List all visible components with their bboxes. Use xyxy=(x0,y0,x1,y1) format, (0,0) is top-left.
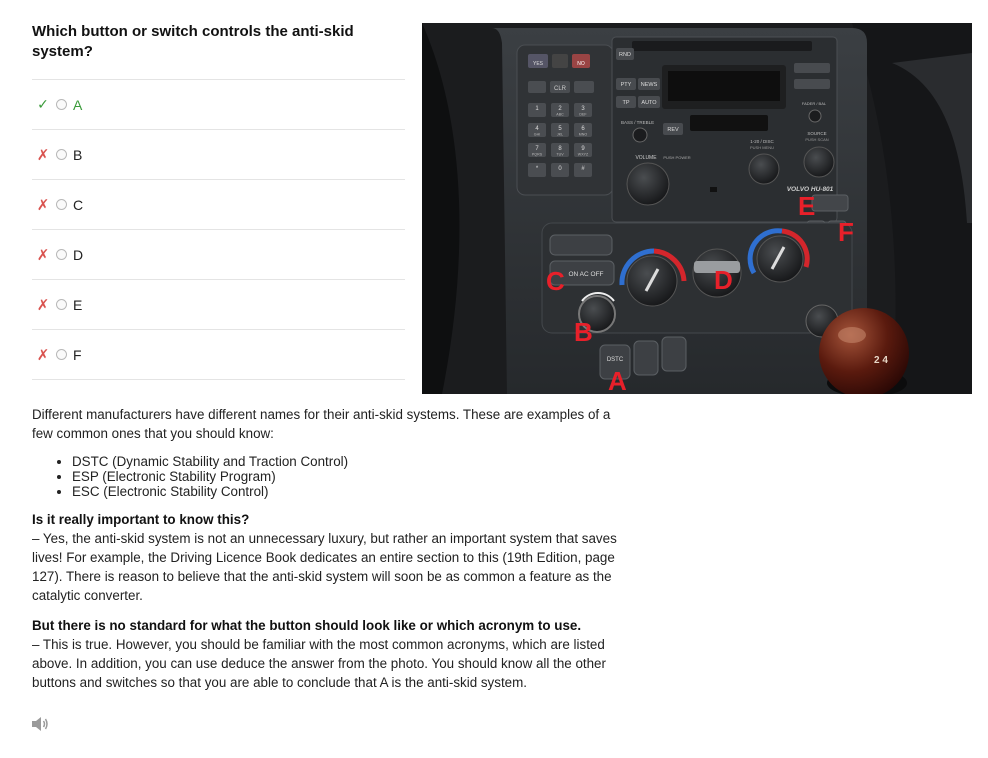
keypad-key-sublabel: PQRS xyxy=(532,153,543,157)
option-label: F xyxy=(73,346,82,363)
bass-label: BASS / TREBLE xyxy=(621,120,654,125)
acronym-list: DSTC (Dynamic Stability and Traction Con… xyxy=(32,454,632,499)
dstc-label: DSTC xyxy=(607,357,624,363)
answer-options: ✓ A ✗ B ✗ C ✗ D ✗ E ✗ F xyxy=(32,79,405,380)
cross-icon: ✗ xyxy=(36,246,50,264)
option-e[interactable]: ✗ E xyxy=(32,279,405,329)
marker-f: F xyxy=(838,217,854,247)
marker-c: C xyxy=(546,266,565,296)
keypad-key-sublabel: DEF xyxy=(579,113,587,117)
keypad-key-sublabel: TUV xyxy=(556,153,564,157)
option-c[interactable]: ✗ C xyxy=(32,179,405,229)
no-key-label: NO xyxy=(577,61,585,67)
cross-icon: ✗ xyxy=(36,196,50,214)
dashboard-photo: YES NO CLR 1 2 ABC 3 DEF 4 GHI 5 JKL 6 MNO 7 PQRS 8 TU… xyxy=(422,23,972,394)
keypad-key-sublabel: ABC xyxy=(556,113,564,117)
option-label: B xyxy=(73,146,83,163)
news-label: NEWS xyxy=(641,82,658,88)
faq-body: – Yes, the anti-skid system is not an un… xyxy=(32,531,617,603)
radio-button[interactable] xyxy=(56,99,67,110)
explanation-intro: Different manufacturers have different n… xyxy=(32,407,611,441)
push-power-label: PUSH POWER xyxy=(663,155,690,160)
cross-icon: ✗ xyxy=(36,296,50,314)
faq-heading: But there is no standard for what the bu… xyxy=(32,618,582,633)
cross-icon: ✗ xyxy=(36,346,50,364)
clr-key-label: CLR xyxy=(554,86,567,92)
push-scan-label: PUSH SCAN xyxy=(805,137,828,142)
keypad-key-sublabel: MNO xyxy=(579,133,588,137)
auto-label: AUTO xyxy=(641,100,657,106)
ac-label: ON AC OFF xyxy=(568,271,603,278)
disc-label: 1-20 / DISC xyxy=(750,139,774,144)
radio-button[interactable] xyxy=(56,149,67,160)
question-title: Which button or switch controls the anti… xyxy=(32,23,354,60)
rnd-label: RND xyxy=(619,52,631,58)
keypad-key-sublabel: GHI xyxy=(534,133,540,137)
check-icon: ✓ xyxy=(37,96,49,112)
list-item: DSTC (Dynamic Stability and Traction Con… xyxy=(72,454,632,469)
option-b[interactable]: ✗ B xyxy=(32,129,405,179)
volume-label: VOLUME xyxy=(635,155,657,161)
radio-button[interactable] xyxy=(56,349,67,360)
svg-text:2 4: 2 4 xyxy=(874,355,888,366)
option-label: A xyxy=(73,96,83,113)
faq-body: – This is true. However, you should be f… xyxy=(32,637,606,690)
yes-key-label: YES xyxy=(533,61,544,67)
list-item: ESC (Electronic Stability Control) xyxy=(72,484,632,499)
tp-label: TP xyxy=(622,100,629,106)
option-label: E xyxy=(73,296,83,313)
cross-icon: ✗ xyxy=(36,146,50,164)
list-item: ESP (Electronic Stability Program) xyxy=(72,469,632,484)
rev-label: REV xyxy=(667,127,679,133)
radio-button[interactable] xyxy=(56,199,67,210)
option-f[interactable]: ✗ F xyxy=(32,329,405,380)
fader-label: FADER / BAL xyxy=(802,101,827,106)
option-label: D xyxy=(73,246,84,263)
keypad-key-sublabel: JKL xyxy=(557,133,563,137)
faq-standard: But there is no standard for what the bu… xyxy=(32,616,632,692)
marker-e: E xyxy=(798,191,815,221)
marker-d: D xyxy=(714,265,733,295)
marker-b: B xyxy=(574,317,593,347)
option-label: C xyxy=(73,196,84,213)
radio-button[interactable] xyxy=(56,249,67,260)
faq-importance: Is it really important to know this? – Y… xyxy=(32,510,632,605)
explanation: Different manufacturers have different n… xyxy=(32,405,632,703)
option-a[interactable]: ✓ A xyxy=(32,79,405,129)
pty-label: PTY xyxy=(621,82,632,88)
radio-button[interactable] xyxy=(56,299,67,310)
keypad-key-sublabel: WXYZ xyxy=(578,153,589,157)
marker-a: A xyxy=(608,366,627,394)
faq-heading: Is it really important to know this? xyxy=(32,512,250,527)
push-menu-label: PUSH MENU xyxy=(750,145,774,150)
speaker-icon[interactable] xyxy=(31,716,49,732)
option-d[interactable]: ✗ D xyxy=(32,229,405,279)
source-label: SOURCE xyxy=(807,131,826,136)
